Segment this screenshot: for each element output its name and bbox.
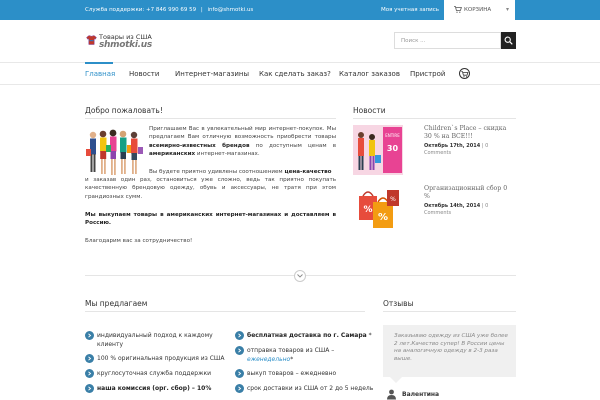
comment-count[interactable]: 0 bbox=[485, 143, 488, 149]
nav-item-catalog[interactable]: Каталог заказов bbox=[339, 70, 400, 78]
text-span: по доступным ценам в bbox=[249, 142, 336, 149]
comment-count[interactable]: 0 bbox=[485, 203, 488, 209]
news-title-divider bbox=[353, 118, 516, 119]
news-item-meta: Октябрь 14th, 2014 | 0 bbox=[424, 203, 519, 209]
nav-item-home[interactable]: Главная bbox=[85, 70, 115, 78]
bold-text: Мы выкупаем товары в американских интерн… bbox=[85, 212, 336, 227]
news-title: Новости bbox=[353, 106, 386, 115]
chevron-down-icon bbox=[297, 274, 303, 278]
news-thumbnail[interactable]: % % % bbox=[353, 182, 403, 232]
svg-text:%: % bbox=[390, 196, 396, 203]
bold-text: американских bbox=[149, 151, 196, 158]
support-phone[interactable]: +7 846 990 69 59 bbox=[146, 7, 196, 13]
chevron-right-icon bbox=[235, 331, 244, 340]
welcome-title-divider bbox=[85, 118, 336, 119]
news-comments-link[interactable]: Comments bbox=[424, 150, 451, 156]
review-card: Заказываю одежду из США уже более 2 лет.… bbox=[383, 325, 516, 377]
scroll-down-button[interactable] bbox=[294, 270, 306, 282]
welcome-paragraph-2b: и заказав один раз, остановиться уже сло… bbox=[85, 176, 336, 201]
account-link[interactable]: Моя учетная запись bbox=[381, 7, 439, 13]
chevron-right-icon bbox=[85, 331, 94, 340]
reviews-title: Отзывы bbox=[383, 299, 414, 308]
review-bubble-tail bbox=[390, 377, 402, 383]
search-input[interactable]: Поиск ... bbox=[394, 32, 501, 49]
news-item-meta: Октябрь 17th, 2014 | 0 bbox=[424, 143, 519, 149]
text-span: Приглашаем Вас в увлекательный мир интер… bbox=[149, 126, 336, 141]
welcome-paragraph-4: Благодарим вас за сотрудничество! bbox=[85, 238, 193, 244]
news-thumbnail[interactable]: ENTIRE 30 bbox=[353, 125, 403, 175]
list-item-text: выкуп товаров – ежедневно bbox=[247, 370, 337, 377]
user-icon bbox=[387, 389, 396, 400]
news-date: Октябрь 14th, 2014 bbox=[424, 203, 481, 209]
text-span: интернет-магазинах. bbox=[195, 151, 260, 158]
text-span: * bbox=[290, 356, 294, 363]
cart-icon bbox=[454, 6, 462, 13]
svg-text:%: % bbox=[363, 205, 372, 215]
list-item-text: срок доставки из США от 2 до 5 недель bbox=[247, 385, 374, 392]
separator: | bbox=[200, 7, 203, 13]
support-label: Служба поддержки: bbox=[85, 7, 145, 13]
svg-text:%: % bbox=[378, 212, 388, 223]
nav-item-how-to-order[interactable]: Как сделать заказ? bbox=[259, 70, 331, 78]
text-span: Вы будете приятно удивлены соотношением bbox=[149, 169, 285, 175]
header: Товары из США shmotki.us Поиск ... bbox=[0, 20, 600, 62]
bold-text: бесплатная доставка по г. Самара bbox=[247, 332, 367, 339]
bold-text: всемирно-известных брендов bbox=[149, 142, 250, 149]
active-indicator bbox=[85, 62, 113, 64]
cart-label: КОРЗИНА bbox=[464, 7, 492, 13]
top-bar: Служба поддержки: +7 846 990 69 59 | inf… bbox=[0, 0, 600, 20]
nav-item-shops[interactable]: Интернет-магазины bbox=[175, 70, 249, 78]
tshirt-logo-icon bbox=[86, 35, 97, 45]
news-comments-link[interactable]: Comments bbox=[424, 210, 451, 216]
welcome-paragraph-1: Приглашаем Вас в увлекательный мир интер… bbox=[149, 125, 336, 159]
chevron-down-icon: ▾ bbox=[506, 6, 510, 13]
logo-domain: shmotki.us bbox=[99, 40, 152, 50]
text-span: * bbox=[366, 332, 372, 339]
search-icon bbox=[504, 36, 513, 45]
welcome-intro: Приглашаем Вас в увлекательный мир интер… bbox=[149, 125, 336, 159]
review-author: Валентина bbox=[402, 391, 440, 398]
chevron-right-icon bbox=[235, 369, 244, 378]
news-item-title[interactable]: Children`s Place – скидка 30 % на ВСЕ!!! bbox=[424, 125, 514, 141]
nav-item-news[interactable]: Новости bbox=[129, 70, 159, 78]
list-item-text: индивидуальный подход к каждому клиенту bbox=[97, 332, 213, 348]
list-item-text: 100 % оригинальная продукция из США bbox=[97, 355, 225, 362]
news-item: ENTIRE 30 Children`s Place – скидка 30 %… bbox=[353, 125, 516, 175]
site-logo[interactable]: Товары из США shmotki.us bbox=[86, 31, 166, 51]
cart-icon bbox=[461, 70, 469, 77]
welcome-title: Добро пожаловать! bbox=[85, 106, 163, 115]
chevron-right-icon bbox=[85, 384, 94, 393]
chevron-right-icon bbox=[235, 346, 244, 355]
cart-button[interactable]: КОРЗИНА ▾ bbox=[444, 0, 515, 20]
news-item-title[interactable]: Организационный сбор 0 % bbox=[424, 185, 514, 201]
offer-title: Мы предлагаем bbox=[85, 299, 148, 308]
chevron-right-icon bbox=[235, 384, 244, 393]
main-nav: Главная Новости Интернет-магазины Как сд… bbox=[0, 62, 600, 85]
review-text: Заказываю одежду из США уже более 2 лет.… bbox=[394, 333, 508, 362]
news-date: Октябрь 17th, 2014 bbox=[424, 143, 481, 149]
list-item-text: круглосуточная служба поддержки bbox=[97, 370, 212, 377]
chevron-right-icon bbox=[85, 369, 94, 378]
search-button[interactable] bbox=[501, 32, 516, 49]
list-item-text: бесплатная доставка по г. Самара * bbox=[247, 331, 382, 340]
svg-text:30: 30 bbox=[387, 144, 399, 153]
reviews-title-divider bbox=[383, 311, 516, 312]
chevron-right-icon bbox=[85, 354, 94, 363]
support-info: Служба поддержки: +7 846 990 69 59 | inf… bbox=[85, 7, 253, 13]
svg-text:ENTIRE: ENTIRE bbox=[385, 133, 400, 138]
bold-text: цена-качество bbox=[284, 169, 332, 175]
accent-text: еженедельно bbox=[247, 356, 291, 363]
text-span: отправка товаров из США – bbox=[247, 347, 335, 354]
shopping-people-image bbox=[85, 125, 145, 180]
nav-cart-button[interactable] bbox=[459, 68, 470, 79]
list-item-text: отправка товаров из США – еженедельно* bbox=[247, 346, 367, 364]
news-item: % % % Организационный сбор 0 % Октябрь 1… bbox=[353, 182, 516, 232]
offer-title-divider bbox=[85, 311, 365, 312]
welcome-paragraph-3: Мы выкупаем товары в американских интерн… bbox=[85, 211, 336, 228]
list-item-text: наша комиссия (орг. сбор) – 10% bbox=[97, 385, 212, 392]
text-span: и заказав один раз, остановиться уже сло… bbox=[85, 177, 336, 200]
support-email[interactable]: info@shmotki.us bbox=[207, 7, 253, 13]
nav-item-attach[interactable]: Пристрой bbox=[410, 70, 445, 78]
